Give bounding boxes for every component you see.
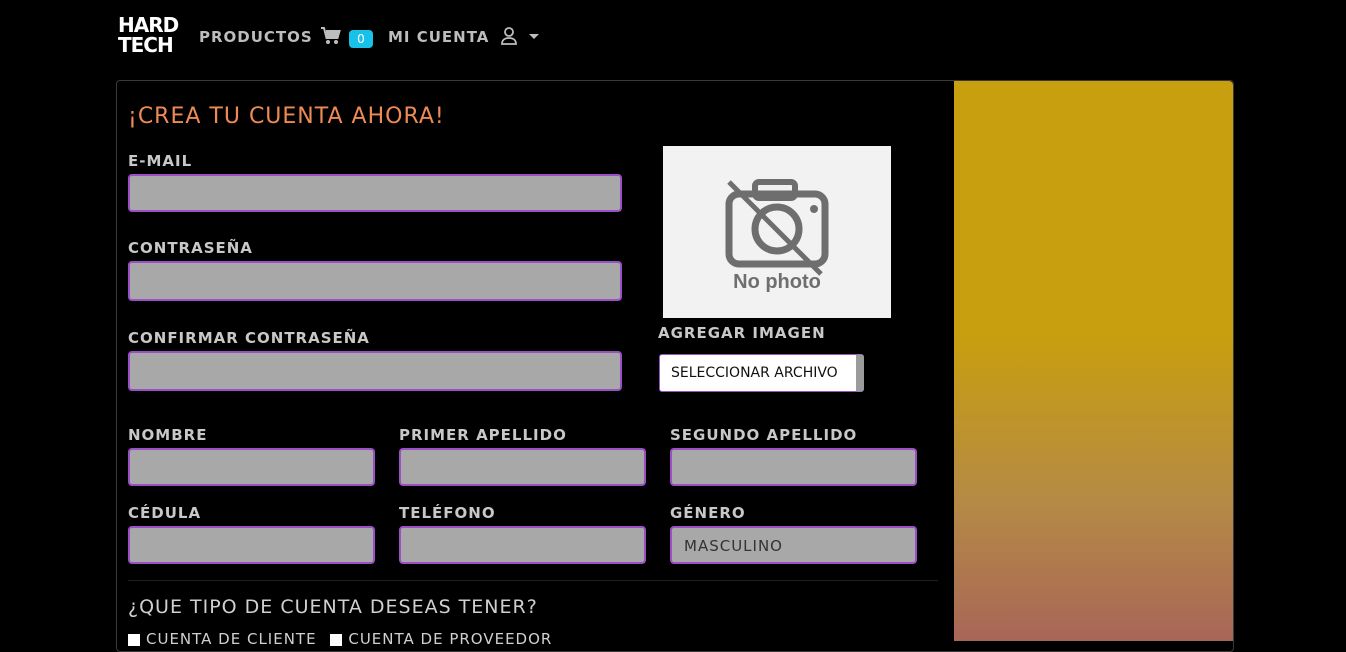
no-photo-caption: No photo xyxy=(733,271,821,293)
page-title: ¡CREA TU CUENTA AHORA! xyxy=(128,104,445,129)
proveedor-option-label: CUENTA DE PROVEEDOR xyxy=(348,630,553,648)
cart-icon[interactable] xyxy=(320,26,342,46)
proveedor-checkbox[interactable] xyxy=(330,633,343,646)
cliente-checkbox[interactable] xyxy=(128,633,140,646)
nav-mi-cuenta[interactable]: MI CUENTA xyxy=(388,28,489,46)
nav-productos[interactable]: PRODUCTOS xyxy=(199,28,313,46)
telefono-field[interactable] xyxy=(399,526,646,564)
cedula-label: CÉDULA xyxy=(128,504,202,522)
account-type-options: CUENTA DE CLIENTE CUENTA DE PROVEEDOR xyxy=(128,630,552,648)
cedula-field[interactable] xyxy=(128,526,375,564)
confirm-password-field[interactable] xyxy=(128,351,622,391)
cliente-option-label: CUENTA DE CLIENTE xyxy=(146,630,317,648)
no-photo-icon: No photo xyxy=(725,179,829,293)
primer-apellido-field[interactable] xyxy=(399,448,646,486)
email-field[interactable] xyxy=(128,174,622,212)
genero-select[interactable]: MASCULINO xyxy=(670,526,917,564)
select-file-button[interactable]: SELECCIONAR ARCHIVO xyxy=(659,354,864,392)
genero-selected-value: MASCULINO xyxy=(684,537,783,555)
logo-line-1: HARD xyxy=(118,13,179,37)
nombre-label: NOMBRE xyxy=(128,426,208,444)
logo-line-2: TECH xyxy=(118,33,174,57)
decorative-gradient-panel xyxy=(954,81,1233,641)
brand-logo[interactable]: HARD TECH xyxy=(118,13,179,57)
navbar: HARD TECH PRODUCTOS 0 MI CUENTA xyxy=(0,0,1346,78)
genero-label: GÉNERO xyxy=(670,504,746,522)
telefono-label: TELÉFONO xyxy=(399,504,496,522)
section-divider xyxy=(128,580,938,581)
cart-count-badge: 0 xyxy=(349,30,373,48)
nombre-field[interactable] xyxy=(128,448,375,486)
primer-apellido-label: PRIMER APELLIDO xyxy=(399,426,567,444)
add-image-label: AGREGAR IMAGEN xyxy=(658,324,826,342)
email-label: E-MAIL xyxy=(128,152,193,170)
account-type-question: ¿QUE TIPO DE CUENTA DESEAS TENER? xyxy=(128,596,538,618)
chevron-down-icon[interactable] xyxy=(529,34,539,39)
user-icon[interactable] xyxy=(499,26,519,46)
segundo-apellido-label: SEGUNDO APELLIDO xyxy=(670,426,858,444)
profile-photo-preview: No photo xyxy=(663,146,891,318)
segundo-apellido-field[interactable] xyxy=(670,448,917,486)
confirm-password-label: CONFIRMAR CONTRASEÑA xyxy=(128,329,370,347)
select-file-label: SELECCIONAR ARCHIVO xyxy=(671,365,838,381)
password-field[interactable] xyxy=(128,261,622,301)
password-label: CONTRASEÑA xyxy=(128,239,253,257)
